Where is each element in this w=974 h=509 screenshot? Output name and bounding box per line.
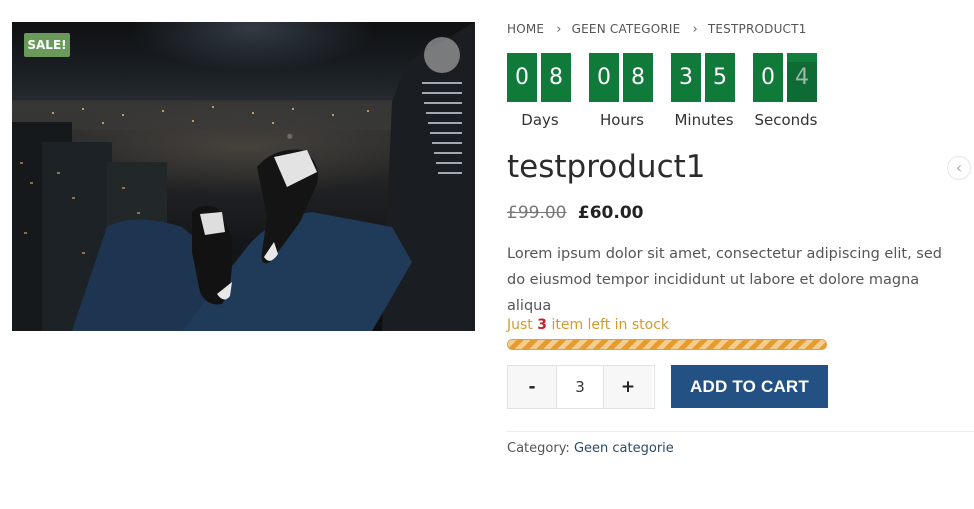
product-meta: Category: Geen categorie [507, 441, 674, 456]
stock-quantity: 3 [537, 317, 547, 333]
breadcrumb-home[interactable]: HOME [507, 22, 544, 36]
countdown-digit: 0 [589, 53, 619, 102]
countdown-label: Minutes [674, 111, 734, 129]
breadcrumb: HOME › GEEN CATEGORIE › TESTPRODUCT1 [507, 21, 807, 37]
chevron-left-icon[interactable]: ‹ [947, 156, 971, 180]
quantity-increase-button[interactable]: + [604, 366, 652, 408]
countdown-digit: 5 [705, 53, 735, 102]
countdown-digit: 0 [753, 53, 783, 102]
breadcrumb-current: TESTPRODUCT1 [707, 22, 807, 36]
product-title: testproduct1 [507, 149, 706, 185]
quantity-stepper: - + [507, 365, 655, 409]
add-to-cart-button[interactable]: ADD TO CART [671, 365, 828, 408]
stock-message: Just 3 item left in stock [507, 317, 669, 333]
stock-progress-fill [508, 340, 826, 349]
chevron-right-icon: › [692, 21, 698, 37]
countdown-digit: 3 [671, 53, 701, 102]
countdown-digit: 8 [541, 53, 571, 102]
chevron-right-icon: › [556, 21, 562, 37]
countdown-label: Seconds [754, 111, 818, 129]
sale-badge: SALE! [24, 33, 70, 57]
price: £99.00 £60.00 [507, 203, 644, 223]
category-link[interactable]: Geen categorie [574, 441, 674, 456]
countdown-label: Days [521, 111, 559, 129]
countdown-digit: 0 [507, 53, 537, 102]
product-photo [12, 22, 475, 331]
breadcrumb-category[interactable]: GEEN CATEGORIE [572, 22, 681, 36]
stock-progress-bar [507, 339, 827, 350]
quantity-input[interactable] [556, 366, 604, 408]
divider [507, 431, 974, 432]
quantity-decrease-button[interactable]: - [508, 366, 556, 408]
old-price: £99.00 [507, 203, 567, 223]
sale-price: £60.00 [577, 203, 644, 223]
countdown-label: Hours [600, 111, 644, 129]
product-description: Lorem ipsum dolor sit amet, consectetur … [507, 246, 942, 314]
product-image[interactable]: SALE! [12, 22, 475, 331]
stock-prefix: Just [507, 317, 533, 333]
countdown-digit: 8 [623, 53, 653, 102]
zoom-circle-icon[interactable] [424, 37, 460, 73]
stock-suffix: item left in stock [551, 317, 670, 333]
category-label: Category: [507, 441, 570, 456]
countdown-digit: 4 [787, 53, 817, 102]
